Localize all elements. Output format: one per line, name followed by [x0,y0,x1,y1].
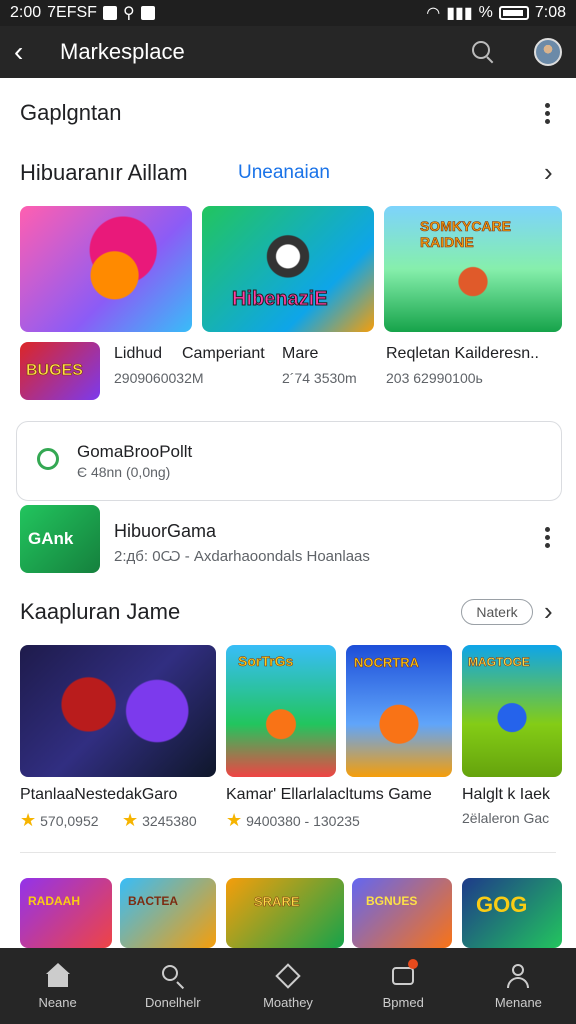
tile-text: BGNUES [366,894,418,908]
status-time-right: 7:08 [534,4,566,21]
item-meta: 2909060032M [114,370,204,386]
divider [20,852,556,853]
game-tile[interactable] [20,206,192,332]
section-title-3: Kaapluran Jame [20,599,181,624]
status-left-text: 7EFSF [47,4,97,21]
item-title: Camperiant [182,345,265,362]
nav-label: Moathey [263,994,313,1010]
game-tile[interactable]: BACTEA [120,878,216,948]
game-controller-icon [37,448,59,470]
tile-text: BACTEA [128,894,178,908]
home-icon [45,962,71,989]
tile-text: MAGTOGE [468,655,530,670]
app-title: Markesplace [60,39,185,64]
promo-card[interactable]: GomaBrooPollt Є 48nn (0,0ng) [16,421,562,501]
app-icon-text: BUGES [26,362,84,380]
rating: ★ 3245380 [122,810,197,830]
game-tile[interactable]: BGNUES [352,878,452,948]
app-title: HibuorGama [114,521,217,541]
item-title: Kamar' Ellarlalacltums Game [226,786,432,803]
game-tile[interactable]: RADAAH [20,878,112,948]
star-icon: ★ [226,810,243,830]
avatar[interactable] [534,38,562,66]
section-subtitle-link[interactable]: Uneanaian [238,162,330,184]
game-tile[interactable]: MAGTOGE [462,645,562,777]
section-title-2: Hibuaranır Aillam [20,160,188,185]
nav-label: Menane [494,994,542,1010]
nav-item-search[interactable]: Donelhelr [115,948,230,1024]
more-options-icon[interactable] [542,524,552,551]
search-icon [160,963,186,989]
nav-label: Bpmed [382,994,424,1010]
app-meta: 2:дб: 0Ѡ - Axdarhaoondals Hoanlaas [114,548,370,565]
status-time-left: 2:00 [10,4,42,21]
search-icon[interactable] [470,39,496,65]
tile-text: SRARE [254,894,300,910]
card-title: GomaBrooPollt [77,442,193,461]
nav-item-home[interactable]: Neane [0,948,115,1024]
image-icon [140,6,155,20]
status-bar: 2:00 7EFSF ⚲ ◠ ▮▮▮ % 7:08 [0,0,576,26]
game-tile[interactable]: GOG [462,878,562,948]
chevron-right-icon[interactable]: › [544,157,553,188]
app-icon-text: GAnk [28,529,74,548]
section-title-1: Gaplgntan [20,100,122,125]
app-icon[interactable]: GAnk [20,505,100,573]
percent-icon: % [478,4,493,21]
star-icon: ★ [20,810,37,830]
item-meta: 2ёlaleron Gac [462,810,550,826]
nav-label: Donelhelr [144,994,201,1010]
item-title: Halglt k Iaek [462,786,551,803]
back-arrow-icon[interactable]: ‹ [14,36,50,68]
game-tile[interactable] [20,645,216,777]
nav-item-inbox[interactable]: Bpmed [346,948,461,1024]
game-tile[interactable]: SOMKYCARE RAIDNE [384,206,562,332]
game-tile[interactable]: SRARE [226,878,344,948]
bottom-navigation: Neane Donelhelr Moathey Bpmed Menane [0,948,576,1024]
item-meta: 2´74 3530m [282,370,357,386]
tile-text: NOCRTRA [354,655,420,671]
nav-item-profile[interactable]: Menane [461,948,576,1024]
chevron-right-icon[interactable]: › [544,596,553,627]
app-icon[interactable]: BUGES [20,342,100,400]
item-meta: 203 62990100ь [386,370,483,386]
game-tile[interactable]: NOCRTRA [346,645,452,777]
game-tile[interactable]: HibenaziE [202,206,374,332]
rating: ★ 570,0952 [20,810,99,830]
inbox-icon [390,958,419,989]
star-icon: ★ [122,810,139,830]
rating: ★ 9400380 - 130235 [226,810,360,830]
nav-label: Neane [38,994,77,1010]
item-title: Lidhud [114,345,163,362]
person-icon [505,963,531,989]
card-subtitle: Є 48nn (0,0ng) [77,464,171,480]
app-bar: ‹ Markesplace [0,26,576,78]
photo-icon [102,6,117,20]
usb-icon: ⚲ [122,5,135,22]
game-tile[interactable]: SorTrGs [226,645,336,777]
item-title: Mare [282,345,319,362]
item-title: PtanlaaNestedakGaro [20,786,178,803]
more-options-icon[interactable] [542,100,552,127]
item-title: Reqletan Kailderesn.. [386,345,539,362]
diamond-icon [275,962,301,989]
tile-text: RADAAH [28,894,80,908]
battery-icon [498,6,529,20]
nav-item-discover[interactable]: Moathey [230,948,345,1024]
tile-text: SorTrGs [238,653,294,670]
filter-chip[interactable]: Naterk [461,599,533,625]
signal-icon: ▮▮▮ [446,5,473,22]
tile-text: GOG [476,892,528,917]
wifi-icon: ◠ [426,5,441,22]
notification-badge [408,958,419,969]
